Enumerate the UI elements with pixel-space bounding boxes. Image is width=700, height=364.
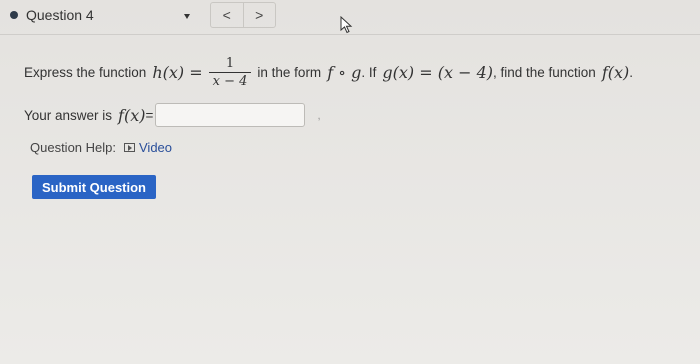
question-selector[interactable]: Question 4 xyxy=(6,2,206,28)
cursor-icon xyxy=(340,16,353,34)
problem-middle: in the form xyxy=(257,64,322,80)
fraction: 1 x − 4 xyxy=(208,55,252,89)
problem-line: Express the function h(x) = 1 x − 4 in t… xyxy=(24,50,684,94)
question-header: Question 4 < > xyxy=(0,0,700,35)
composition-expression: f ∘ g xyxy=(327,62,362,82)
caret-down-icon xyxy=(184,14,190,19)
question-help: Question Help: Video xyxy=(30,140,172,155)
submit-question-button[interactable]: Submit Question xyxy=(32,175,156,199)
answer-prefix: Your answer is xyxy=(24,107,113,123)
fraction-denominator: x − 4 xyxy=(212,73,248,89)
problem-if: . If xyxy=(361,64,377,80)
video-label: Video xyxy=(139,140,173,155)
g-expression: g(x) = (x − 4) xyxy=(382,62,493,82)
answer-trailing: , xyxy=(317,108,321,122)
question-nav: < > xyxy=(210,2,276,28)
answer-line: Your answer is f(x) = , xyxy=(24,100,684,130)
help-label: Question Help: xyxy=(30,140,116,155)
problem-intro: Express the function xyxy=(24,64,147,80)
video-help-link[interactable]: Video xyxy=(124,140,172,155)
video-icon xyxy=(124,143,135,152)
answer-equals: = xyxy=(145,107,154,123)
status-dot-icon xyxy=(10,11,18,19)
problem-statement: Express the function h(x) = 1 x − 4 in t… xyxy=(24,50,684,130)
problem-end: . xyxy=(629,64,634,80)
fraction-numerator: 1 xyxy=(225,55,235,71)
page: Question 4 < > Express the function h(x)… xyxy=(0,0,700,364)
answer-input[interactable] xyxy=(155,103,306,127)
answer-f-label: f(x) xyxy=(118,105,146,125)
prev-question-button[interactable]: < xyxy=(211,3,243,27)
next-question-button[interactable]: > xyxy=(242,3,276,27)
f-expression: f(x) xyxy=(601,62,630,82)
problem-find: , find the function xyxy=(492,64,596,80)
question-label: Question 4 xyxy=(26,7,94,23)
h-expression: h(x) = xyxy=(152,62,203,82)
